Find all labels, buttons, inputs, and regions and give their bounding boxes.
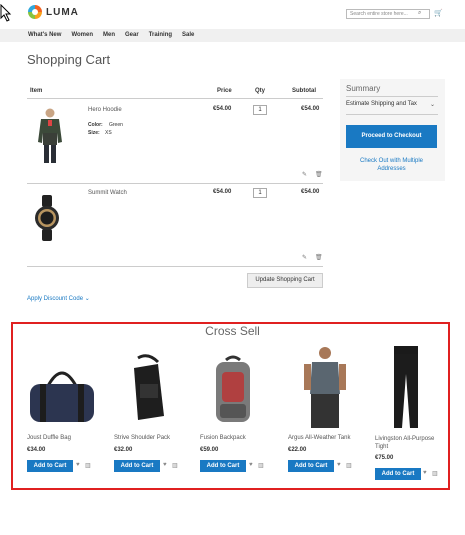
- divider: [346, 96, 438, 97]
- add-to-cart-button[interactable]: Add to Cart: [288, 460, 334, 472]
- delete-icon[interactable]: 🗑: [315, 171, 323, 178]
- nav-item-gear[interactable]: Gear: [125, 32, 139, 38]
- product-name[interactable]: Argus All-Weather Tank: [288, 435, 350, 441]
- nav-item-women[interactable]: Women: [71, 32, 93, 38]
- item-subtotal: €54.00: [301, 189, 320, 195]
- cross-sell-title: Cross Sell: [205, 324, 260, 338]
- proceed-to-checkout-button[interactable]: Proceed to Checkout: [346, 125, 437, 148]
- color-label: Color:: [88, 122, 103, 128]
- summit-watch-image[interactable]: [34, 195, 60, 241]
- compare-icon[interactable]: ▥: [85, 462, 91, 469]
- hero-hoodie-image[interactable]: [33, 107, 67, 165]
- product-name[interactable]: Fusion Backpack: [200, 435, 246, 441]
- joust-duffle-bag-image[interactable]: [26, 356, 98, 426]
- product-price: €75.00: [375, 455, 394, 461]
- compare-icon[interactable]: ▥: [432, 470, 438, 477]
- item-price: €54.00: [213, 189, 232, 195]
- logo-text: LUMA: [46, 6, 79, 18]
- qty-input[interactable]: 1: [253, 188, 267, 198]
- size-label: Size:: [88, 130, 100, 136]
- product-price: €22.00: [288, 447, 307, 453]
- compare-icon[interactable]: ▥: [346, 462, 352, 469]
- chevron-down-icon[interactable]: ⌄: [430, 101, 435, 108]
- wishlist-icon[interactable]: ♥: [337, 462, 341, 468]
- nav-item-training[interactable]: Training: [149, 32, 172, 38]
- argus-tank-image[interactable]: [302, 346, 348, 430]
- add-to-cart-button[interactable]: Add to Cart: [114, 460, 160, 472]
- wishlist-icon[interactable]: ♥: [163, 462, 167, 468]
- nav-item-whats-new[interactable]: What's New: [28, 32, 61, 38]
- nav-item-men[interactable]: Men: [103, 32, 115, 38]
- edit-icon[interactable]: ✎: [302, 171, 307, 178]
- item-price: €54.00: [213, 106, 232, 112]
- apply-discount-toggle[interactable]: Apply Discount Code ⌄: [27, 295, 90, 302]
- product-price: €59.00: [200, 447, 219, 453]
- divider: [27, 183, 323, 184]
- strive-shoulder-pack-image[interactable]: [128, 354, 168, 424]
- luma-logo[interactable]: LUMA: [28, 5, 79, 19]
- cart-item-name[interactable]: Summit Watch: [88, 190, 127, 196]
- multiple-addresses-link[interactable]: Check Out with Multiple Addresses: [346, 157, 437, 173]
- page-title: Shopping Cart: [27, 52, 111, 67]
- luma-logo-icon: [28, 5, 42, 19]
- compare-icon[interactable]: ▥: [258, 462, 264, 469]
- product-price: €32.00: [114, 447, 133, 453]
- divider: [27, 98, 323, 99]
- update-cart-button[interactable]: Update Shopping Cart: [247, 273, 323, 288]
- col-qty: Qty: [255, 88, 266, 94]
- col-subtotal: Subtotal: [292, 88, 316, 94]
- wishlist-icon[interactable]: ♥: [76, 462, 80, 468]
- wishlist-icon[interactable]: ♥: [423, 470, 427, 476]
- qty-input[interactable]: 1: [253, 105, 267, 115]
- summary-title: Summary: [346, 84, 381, 93]
- product-price: €34.00: [27, 447, 46, 453]
- mouse-cursor-icon: [0, 4, 12, 22]
- col-item: Item: [30, 88, 43, 94]
- add-to-cart-button[interactable]: Add to Cart: [27, 460, 73, 472]
- edit-icon[interactable]: ✎: [302, 254, 307, 261]
- estimate-shipping-toggle[interactable]: Estimate Shipping and Tax: [346, 101, 417, 107]
- product-name[interactable]: Livingston All-Purpose Tight: [375, 435, 445, 451]
- livingston-tight-image[interactable]: [388, 344, 424, 430]
- nav-item-sale[interactable]: Sale: [182, 32, 194, 38]
- fusion-backpack-image[interactable]: [210, 354, 256, 426]
- divider: [27, 266, 323, 267]
- product-name[interactable]: Joust Duffle Bag: [27, 435, 71, 441]
- product-name[interactable]: Strive Shoulder Pack: [114, 435, 170, 441]
- chevron-down-icon: ⌄: [84, 296, 90, 302]
- wishlist-icon[interactable]: ♥: [249, 462, 253, 468]
- add-to-cart-button[interactable]: Add to Cart: [375, 468, 421, 480]
- color-value: Green: [109, 122, 123, 128]
- col-price: Price: [217, 88, 232, 94]
- size-value: XS: [105, 130, 112, 136]
- cart-item-name[interactable]: Hero Hoodie: [88, 107, 122, 113]
- delete-icon[interactable]: 🗑: [315, 254, 323, 261]
- compare-icon[interactable]: ▥: [172, 462, 178, 469]
- main-nav: What's New Women Men Gear Training Sale: [28, 32, 194, 38]
- minicart-icon[interactable]: 🛒: [434, 9, 443, 17]
- item-subtotal: €54.00: [301, 106, 320, 112]
- add-to-cart-button[interactable]: Add to Cart: [200, 460, 246, 472]
- search-icon[interactable]: ⌕: [418, 10, 421, 17]
- divider: [346, 114, 438, 115]
- apply-discount-label: Apply Discount Code: [27, 296, 84, 302]
